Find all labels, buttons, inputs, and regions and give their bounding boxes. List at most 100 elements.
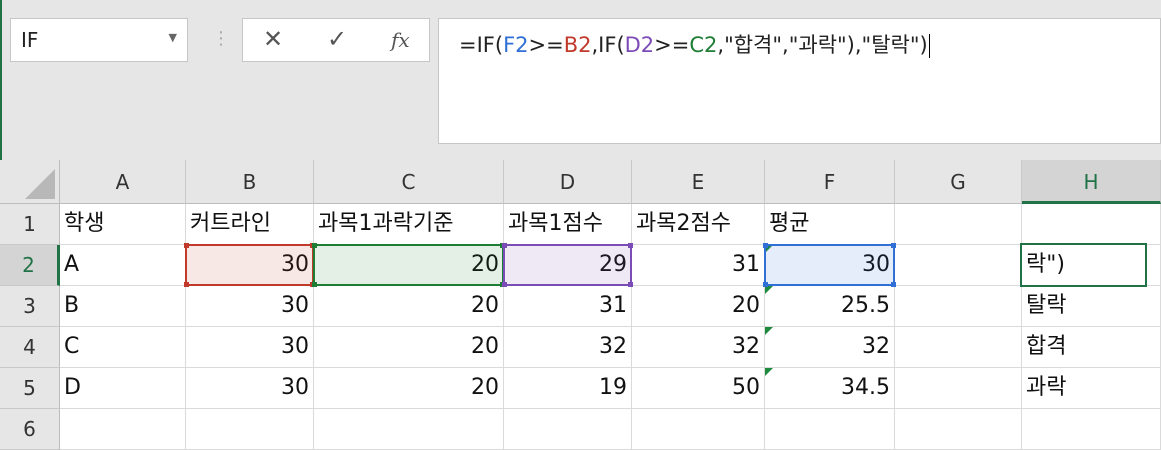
cell-a3[interactable]: B [60, 286, 186, 327]
cell-b2[interactable]: 30 [186, 245, 314, 286]
chevron-down-icon[interactable]: ▼ [169, 31, 177, 44]
cell-value: 29 [599, 252, 627, 277]
cell-value: 30 [281, 334, 309, 359]
cell-a2[interactable]: A [60, 245, 186, 286]
cell-c5[interactable]: 20 [314, 368, 504, 409]
drag-handle-icon[interactable]: ⋮ [212, 28, 230, 49]
cell-e2[interactable]: 31 [632, 245, 765, 286]
cell-g5[interactable] [895, 368, 1022, 409]
cell-value: 32 [862, 334, 890, 359]
cell-value: 과목2점수 [636, 211, 731, 236]
cell-g4[interactable] [895, 327, 1022, 368]
name-box-value: IF [21, 28, 39, 52]
column-header-h[interactable]: H [1022, 160, 1161, 204]
row-header-3[interactable]: 3 [0, 286, 60, 327]
cell-e5[interactable]: 50 [632, 368, 765, 409]
cell-value: A [64, 252, 80, 277]
cell-b5[interactable]: 30 [186, 368, 314, 409]
text-caret [928, 34, 930, 58]
cell-c6[interactable] [314, 409, 504, 450]
column-header-f[interactable]: F [765, 160, 895, 204]
error-indicator-icon[interactable] [765, 245, 773, 253]
formula-part: F2 [503, 33, 529, 57]
cell-f3[interactable]: 25.5 [765, 286, 895, 327]
error-indicator-icon[interactable] [765, 368, 773, 376]
cell-b6[interactable] [186, 409, 314, 450]
cell-a4[interactable]: C [60, 327, 186, 368]
cell-c4[interactable]: 20 [314, 327, 504, 368]
column-header-b[interactable]: B [186, 160, 314, 204]
formula-input[interactable]: =IF(F2>=B2,IF(D2>=C2,"합격","과락"),"탈락") [438, 18, 1161, 144]
cell-d4[interactable]: 32 [504, 327, 632, 368]
select-all-button[interactable] [0, 160, 60, 204]
worksheet-grid[interactable]: A B C D E F G H 1 2 3 4 5 6 학생 커트라인 과목1과락기준 과목1점수 과목2점수 평균 A… [0, 160, 1161, 450]
cell-h6[interactable] [1022, 409, 1161, 450]
cell-b3[interactable]: 30 [186, 286, 314, 327]
column-header-e[interactable]: E [632, 160, 765, 204]
cell-b1[interactable]: 커트라인 [186, 204, 314, 245]
cell-value: 평균 [769, 211, 810, 236]
row-header-6[interactable]: 6 [0, 409, 60, 450]
cell-e6[interactable] [632, 409, 765, 450]
cell-value: D [64, 375, 81, 400]
cell-value: 34.5 [841, 375, 890, 400]
column-header-c[interactable]: C [314, 160, 504, 204]
cell-f1[interactable]: 평균 [765, 204, 895, 245]
cell-d2[interactable]: 29 [504, 245, 632, 286]
formula-part: ,IF( [591, 33, 625, 57]
insert-function-icon[interactable]: fx [391, 28, 410, 52]
cell-e1[interactable]: 과목2점수 [632, 204, 765, 245]
select-all-triangle-icon [25, 169, 55, 199]
cell-value: 과락 [1026, 375, 1067, 400]
cell-f5[interactable]: 34.5 [765, 368, 895, 409]
cell-value: 25.5 [841, 293, 890, 318]
cell-g2[interactable] [895, 245, 1022, 286]
cell-b4[interactable]: 30 [186, 327, 314, 368]
column-header-g[interactable]: G [895, 160, 1022, 204]
cell-g1[interactable] [895, 204, 1022, 245]
cell-a5[interactable]: D [60, 368, 186, 409]
cell-h2[interactable]: 락") [1022, 245, 1161, 286]
column-header-a[interactable]: A [60, 160, 186, 204]
close-icon[interactable]: ✕ [263, 25, 283, 53]
cell-h4[interactable]: 합격 [1022, 327, 1161, 368]
cell-c1[interactable]: 과목1과락기준 [314, 204, 504, 245]
name-box[interactable]: IF ▼ [10, 18, 188, 62]
row-header-4[interactable]: 4 [0, 327, 60, 368]
cell-a6[interactable] [60, 409, 186, 450]
formula-part: D2 [624, 33, 655, 57]
cell-c2[interactable]: 20 [314, 245, 504, 286]
cell-value: 32 [599, 334, 627, 359]
check-icon[interactable]: ✓ [327, 25, 347, 53]
cell-d1[interactable]: 과목1점수 [504, 204, 632, 245]
cell-d6[interactable] [504, 409, 632, 450]
cell-g3[interactable] [895, 286, 1022, 327]
row-header-2[interactable]: 2 [0, 245, 60, 286]
cell-g6[interactable] [895, 409, 1022, 450]
row-header-5[interactable]: 5 [0, 368, 60, 409]
cell-c3[interactable]: 20 [314, 286, 504, 327]
formula-part: >= [654, 33, 690, 57]
column-header-d[interactable]: D [504, 160, 632, 204]
cell-value: C [64, 334, 80, 359]
formula-part: B2 [563, 33, 592, 57]
cell-d5[interactable]: 19 [504, 368, 632, 409]
row-header-1[interactable]: 1 [0, 204, 60, 245]
cell-a1[interactable]: 학생 [60, 204, 186, 245]
cell-h1[interactable] [1022, 204, 1161, 245]
cell-e4[interactable]: 32 [632, 327, 765, 368]
cell-f6[interactable] [765, 409, 895, 450]
error-indicator-icon[interactable] [765, 286, 773, 294]
formula-text: =IF(F2>=B2,IF(D2>=C2,"합격","과락"),"탈락") [459, 29, 930, 59]
cell-value: 합격 [1026, 334, 1067, 359]
cell-h5[interactable]: 과락 [1022, 368, 1161, 409]
cell-h3[interactable]: 탈락 [1022, 286, 1161, 327]
cell-f2[interactable]: 30 [765, 245, 895, 286]
cell-value: 탈락 [1026, 293, 1067, 318]
cell-d3[interactable]: 31 [504, 286, 632, 327]
cell-e3[interactable]: 20 [632, 286, 765, 327]
error-indicator-icon[interactable] [765, 327, 773, 335]
cell-f4[interactable]: 32 [765, 327, 895, 368]
cell-value: 19 [599, 375, 627, 400]
cell-value: 30 [281, 252, 309, 277]
